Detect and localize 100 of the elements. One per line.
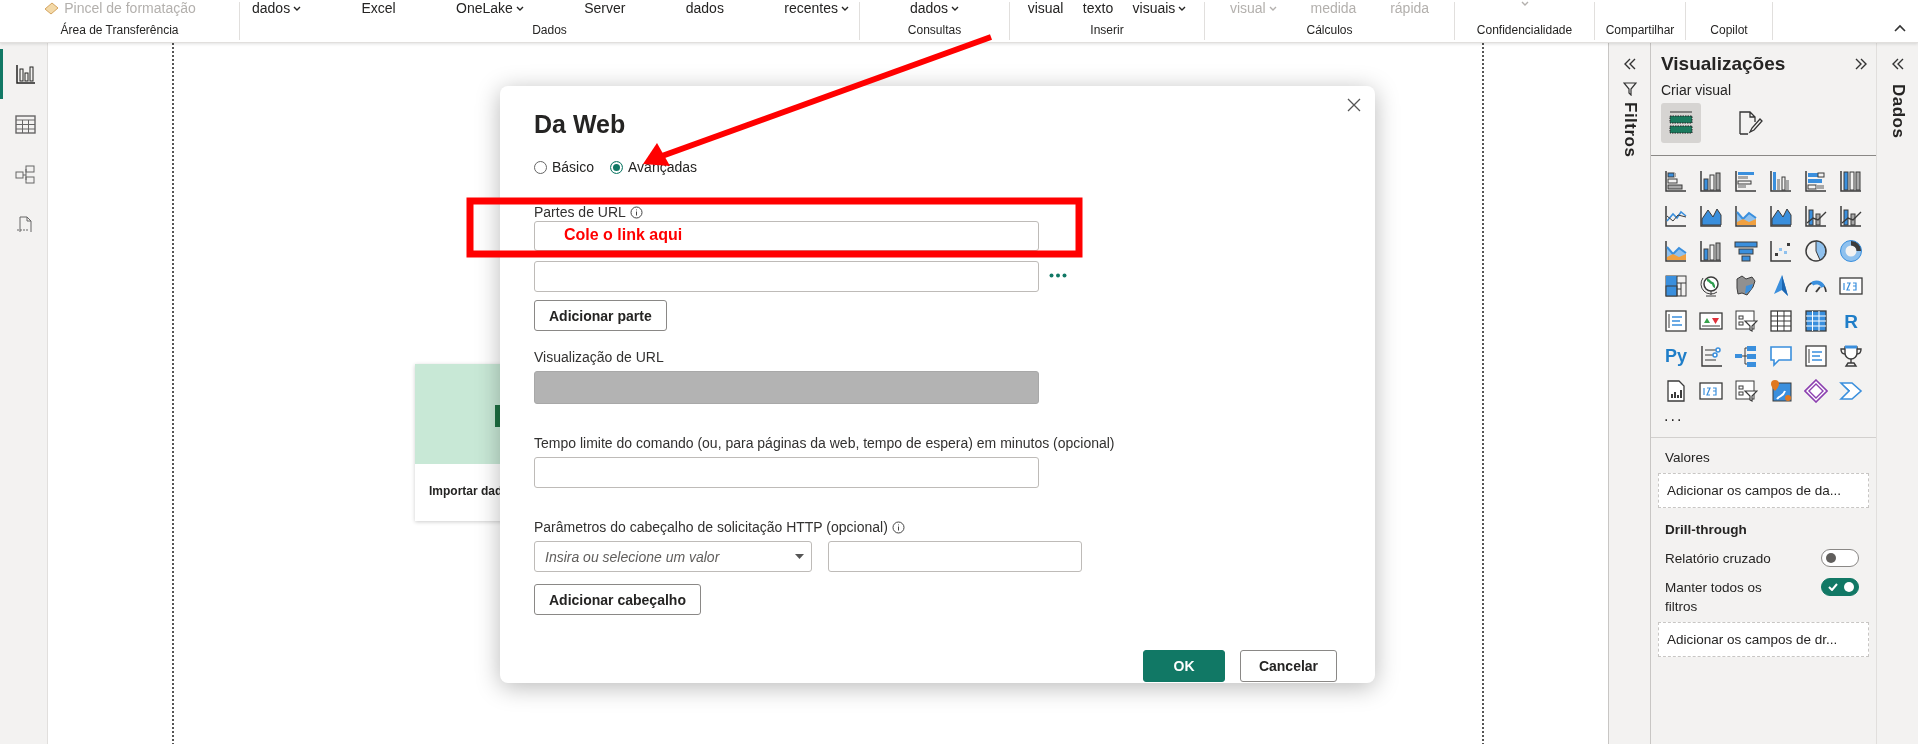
more-icon[interactable]	[1049, 273, 1067, 278]
ribbon-button[interactable]: visuais	[1132, 0, 1187, 16]
chevron-icon[interactable]	[1839, 379, 1863, 403]
ribbon-button[interactable]: dados	[685, 0, 724, 16]
line-chart-icon[interactable]	[1664, 204, 1688, 228]
toggle-switch[interactable]	[1821, 549, 1859, 567]
info-icon	[891, 520, 905, 534]
field-label: Visualização de URL	[534, 349, 665, 365]
collapse-icon[interactable]	[1894, 24, 1906, 32]
annotation-text: Cole o link aqui	[564, 226, 683, 244]
report-page-icon[interactable]	[1664, 379, 1688, 403]
speech-bubble-icon[interactable]	[1769, 344, 1793, 368]
group-label: Área de Transferência	[60, 22, 179, 38]
r-visual[interactable]: R	[1839, 309, 1863, 333]
group-label: Cálculos	[1306, 22, 1353, 38]
url-field[interactable]	[534, 221, 1039, 251]
dropdown-caret-icon	[795, 554, 804, 559]
add-header-button[interactable]: Adicionar cabeçalho	[534, 584, 701, 615]
text-lines-icon[interactable]	[1664, 309, 1688, 333]
add-part-button[interactable]: Adicionar parte	[534, 300, 667, 331]
drop-zone[interactable]: Adicionar os campos de dr...	[1658, 622, 1869, 657]
group-label: Copilot	[1710, 22, 1748, 38]
slicer-icon[interactable]	[1734, 309, 1758, 333]
field-label: Tempo limite do comando (ou, para páginas da web, tempo de espera) em minutos (opcional)	[534, 435, 1116, 451]
table-icon	[15, 113, 36, 135]
section-label: Drill-through	[1664, 521, 1748, 539]
collapse-icon[interactable]	[1854, 58, 1868, 70]
bar-chart-icon[interactable]	[1664, 169, 1688, 193]
caret-icon	[1520, 0, 1529, 7]
close-icon[interactable]	[1347, 98, 1361, 112]
ribbon-button[interactable]: dados	[909, 0, 960, 16]
radio-button[interactable]	[610, 160, 624, 174]
ribbon-button[interactable]: visual	[1027, 0, 1064, 16]
ribbon-button[interactable]: dados	[252, 0, 302, 16]
pie-chart-icon[interactable]	[1804, 239, 1828, 263]
group-label: Confidencialidade	[1476, 22, 1573, 38]
area-chart-icon[interactable]	[1699, 204, 1723, 228]
group-label: Dados	[532, 22, 567, 38]
ribbon-button[interactable]: texto	[1082, 0, 1114, 16]
diamond-icon[interactable]	[1804, 379, 1828, 403]
influencers-icon[interactable]	[1699, 344, 1723, 368]
hierarchy-icon[interactable]	[1734, 344, 1758, 368]
column-chart-icon[interactable]	[1699, 169, 1723, 193]
radio-option[interactable]: Básico	[534, 159, 595, 175]
dialog-title: Da Web	[534, 109, 627, 139]
model-icon	[15, 163, 36, 185]
combo-chart-icon[interactable]	[1804, 204, 1828, 228]
toggle-label: Relatório cruzado	[1665, 550, 1772, 568]
header-dropdown[interactable]: Insira ou selecione um valor	[534, 541, 812, 572]
map-icon[interactable]	[1734, 274, 1758, 298]
area-chart-icon[interactable]	[1769, 204, 1793, 228]
funnel-chart-icon[interactable]	[1734, 239, 1758, 263]
section-label: Criar visual	[1660, 81, 1732, 98]
group-label: Inserir	[1090, 22, 1124, 38]
pane-title[interactable]: Dados	[1887, 84, 1908, 139]
filter-icon	[1622, 82, 1637, 96]
drop-zone[interactable]: Adicionar os campos de da...	[1658, 473, 1869, 508]
ok-button[interactable]: OK	[1143, 650, 1225, 682]
map-pin-icon[interactable]	[1769, 379, 1793, 403]
expand-icon[interactable]	[1622, 58, 1637, 70]
url-field[interactable]	[534, 261, 1039, 292]
more-button[interactable]: ...	[1651, 403, 1684, 423]
ribbon-button[interactable]: OneLake	[456, 0, 524, 16]
mode-tab[interactable]	[1661, 103, 1701, 143]
kpi-icon[interactable]	[1699, 309, 1723, 333]
expand-icon[interactable]	[1890, 58, 1905, 70]
field-label: Parâmetros do cabeçalho de solicitação HTTP (opcional)	[534, 519, 888, 535]
radio-button[interactable]	[534, 160, 547, 174]
build-visual-icon	[1667, 109, 1695, 137]
text-lines-icon[interactable]	[1804, 344, 1828, 368]
table-icon[interactable]	[1769, 309, 1793, 333]
pane-title[interactable]: Filtros	[1619, 102, 1640, 158]
treemap-icon[interactable]	[1664, 274, 1688, 298]
radio-option[interactable]: Avançadas	[610, 159, 698, 175]
bar-chart-icon[interactable]	[1734, 169, 1758, 193]
group-label: Consultas	[907, 22, 962, 38]
area-chart-icon[interactable]	[1734, 204, 1758, 228]
number-card-icon[interactable]	[1699, 379, 1723, 403]
ribbon-button[interactable]: Excel	[361, 0, 396, 16]
matrix-icon[interactable]	[1804, 309, 1828, 333]
bar-chart-icon[interactable]	[1804, 169, 1828, 193]
info-icon	[629, 205, 643, 219]
ribbon-button[interactable]: Server	[584, 0, 626, 16]
python-visual[interactable]: Py	[1664, 344, 1688, 368]
timeout-field[interactable]	[534, 457, 1039, 488]
section-label: Valores	[1664, 449, 1711, 467]
cancel-button[interactable]: Cancelar	[1240, 650, 1337, 682]
combo-chart-icon[interactable]	[1839, 204, 1863, 228]
trophy-icon[interactable]	[1839, 344, 1863, 368]
column-chart-icon[interactable]	[1769, 169, 1793, 193]
column-chart-icon[interactable]	[1699, 239, 1723, 263]
slicer-icon[interactable]	[1734, 379, 1758, 403]
area-chart-icon[interactable]	[1664, 239, 1688, 263]
ribbon-button[interactable]: recentes	[784, 0, 849, 16]
donut-chart-icon[interactable]	[1839, 239, 1863, 263]
number-card-icon[interactable]	[1839, 274, 1863, 298]
header-value-field[interactable]	[828, 541, 1082, 572]
column-chart-icon[interactable]	[1839, 169, 1863, 193]
toggle-switch[interactable]	[1821, 578, 1859, 596]
scatter-chart-icon[interactable]	[1769, 239, 1793, 263]
